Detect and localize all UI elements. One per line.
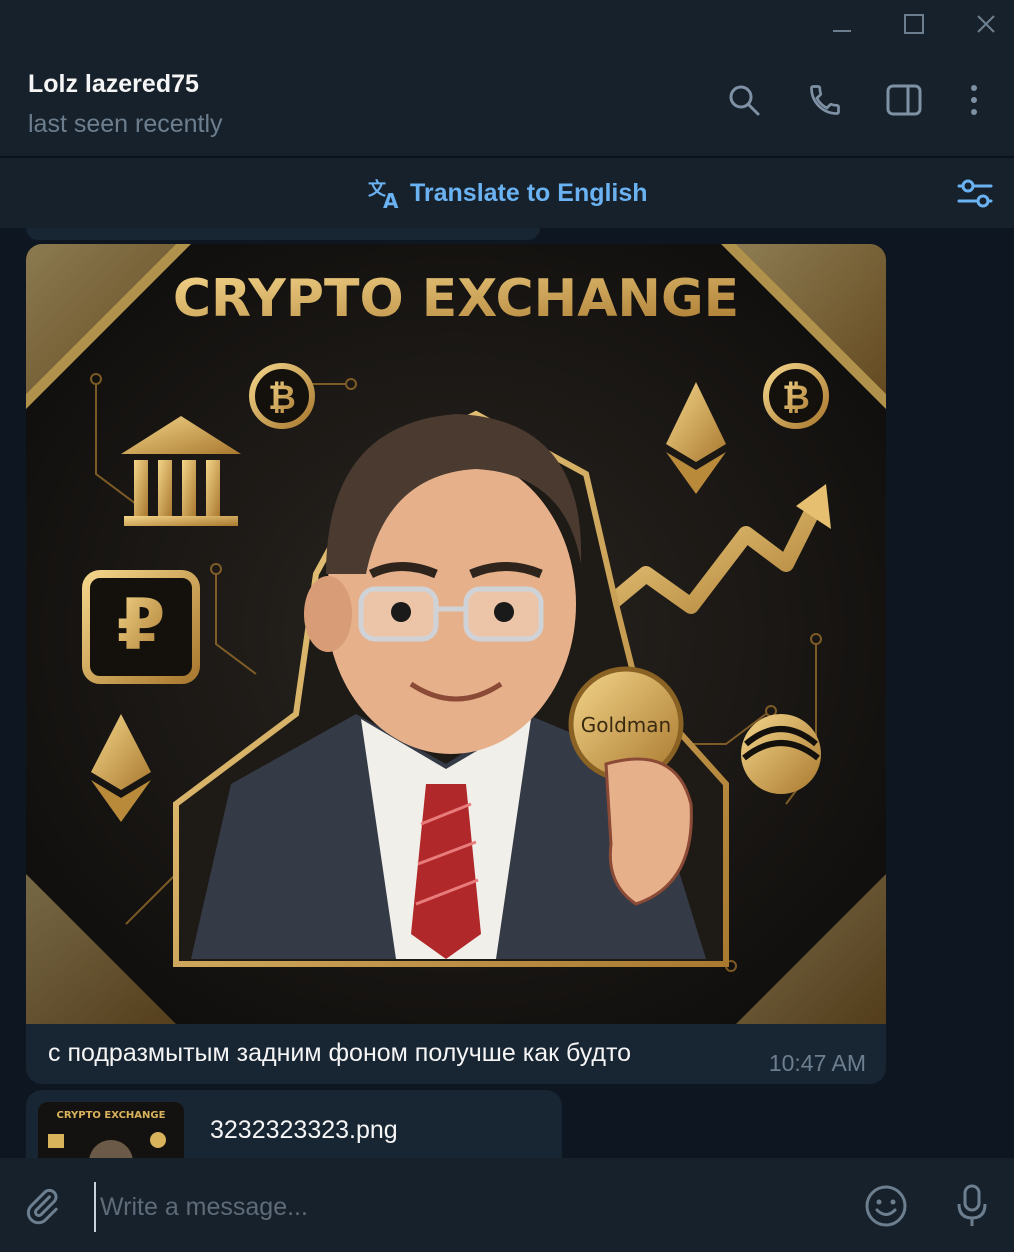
photo-message-bubble[interactable]: CRYPTO EXCHANGE ₽ ₿ ₿ Goldman с подразмы… — [26, 244, 886, 1084]
photo-title: CRYPTO EXCHANGE — [173, 269, 739, 329]
more-vertical-icon[interactable] — [952, 78, 996, 122]
file-message-bubble[interactable]: CRYPTO EXCHANGE 3232323323.png — [26, 1090, 562, 1158]
bitcoin-icon: ₿ — [249, 363, 315, 429]
chat-status: last seen recently — [28, 110, 223, 138]
svg-text:Goldman: Goldman — [581, 713, 671, 737]
chat-header[interactable]: Lolz lazered75 last seen recently — [0, 48, 1014, 158]
sidebar-icon[interactable] — [882, 78, 926, 122]
file-thumbnail[interactable]: CRYPTO EXCHANGE — [38, 1102, 184, 1158]
message-input[interactable] — [94, 1182, 842, 1232]
chat-messages[interactable]: CRYPTO EXCHANGE ₽ ₿ ₿ Goldman с подразмы… — [0, 228, 1014, 1158]
attach-icon[interactable] — [18, 1182, 66, 1230]
svg-text:CRYPTO EXCHANGE: CRYPTO EXCHANGE — [57, 1110, 166, 1121]
filter-icon[interactable] — [954, 172, 996, 214]
svg-text:₿: ₿ — [268, 378, 296, 418]
previous-message-bubble[interactable] — [26, 228, 540, 240]
translate-label: Translate to English — [410, 178, 648, 207]
close-icon[interactable] — [956, 0, 1014, 48]
message-composer — [0, 1158, 1014, 1252]
window-titlebar — [0, 0, 1014, 48]
search-icon[interactable] — [722, 78, 766, 122]
translate-bar: 文 A Translate to English — [0, 158, 1014, 228]
message-photo[interactable]: CRYPTO EXCHANGE ₽ ₿ ₿ Goldman — [26, 244, 886, 1024]
bank-logo-icon — [741, 714, 821, 794]
svg-text:₽: ₽ — [117, 584, 166, 666]
translate-icon: 文 A — [368, 178, 399, 211]
phone-icon[interactable] — [803, 78, 847, 122]
file-name[interactable]: 3232323323.png — [210, 1116, 398, 1145]
translate-button[interactable]: 文 A Translate to English — [366, 172, 648, 214]
svg-text:₿: ₿ — [782, 378, 810, 418]
emoji-icon[interactable] — [862, 1182, 910, 1230]
message-time: 10:47 AM — [768, 1050, 866, 1076]
minimize-icon[interactable] — [812, 0, 872, 48]
message-caption: с подразмытым задним фоном получше как б… — [48, 1039, 632, 1067]
bitcoin-icon: ₿ — [763, 363, 829, 429]
ruble-icon: ₽ — [82, 570, 200, 684]
microphone-icon[interactable] — [948, 1182, 996, 1230]
maximize-icon[interactable] — [884, 0, 944, 48]
chat-title[interactable]: Lolz lazered75 — [28, 70, 199, 99]
svg-text:A: A — [383, 189, 399, 211]
